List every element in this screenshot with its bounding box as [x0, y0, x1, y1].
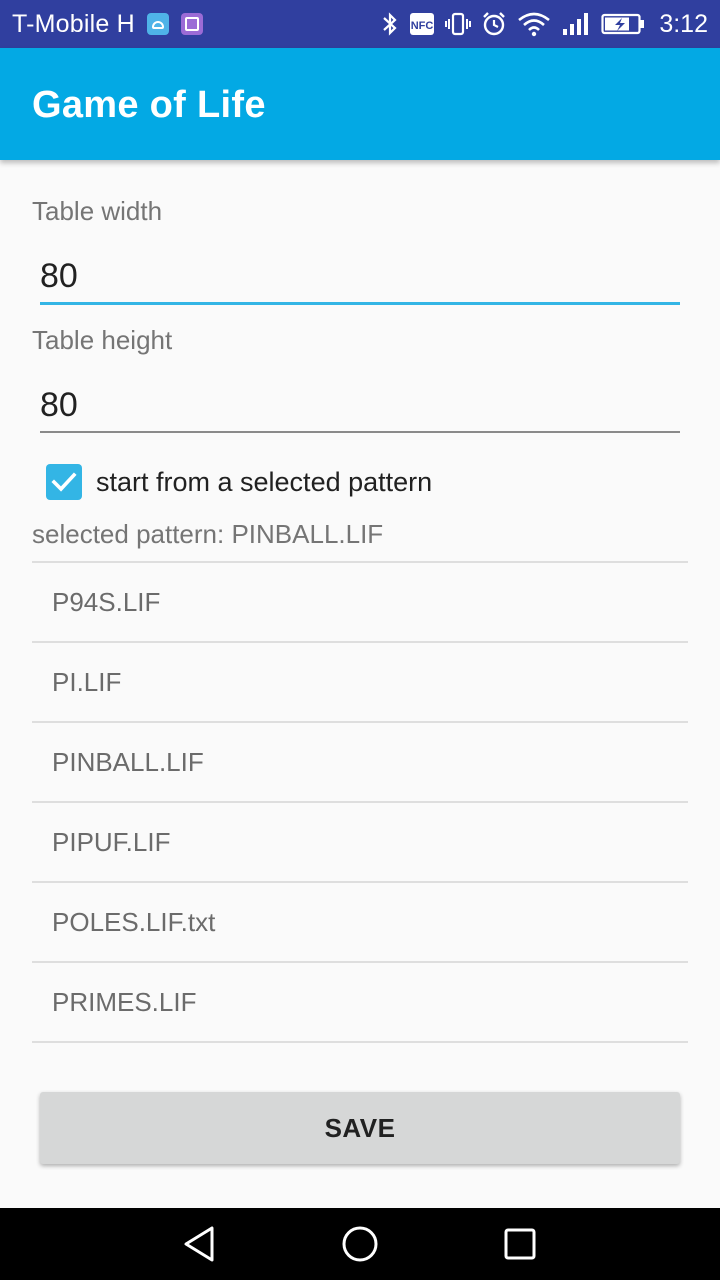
home-icon	[342, 1226, 378, 1262]
list-item[interactable]: PIPUF.LIF	[32, 803, 688, 883]
pattern-checkbox[interactable]	[46, 464, 82, 500]
selected-pattern-text: selected pattern: PINBALL.LIF	[32, 519, 384, 549]
signal-icon	[563, 13, 589, 35]
list-item[interactable]: PRIMES.LIF	[32, 963, 688, 1043]
list-item[interactable]: P94S.LIF	[32, 563, 688, 643]
back-button[interactable]	[160, 1208, 240, 1280]
table-width-input[interactable]	[40, 252, 680, 300]
nfc-icon: NFC	[410, 13, 435, 35]
list-item[interactable]: PI.LIF	[32, 643, 688, 723]
list-item[interactable]: PINBALL.LIF	[32, 723, 688, 803]
app-bar: Game of Life	[0, 48, 720, 160]
table-width-underline	[40, 302, 680, 305]
app-title: Game of Life	[32, 84, 266, 126]
pattern-list: P94S.LIF PI.LIF PINBALL.LIF PIPUF.LIF PO…	[32, 561, 688, 1043]
nfc-text: NFC	[411, 20, 434, 32]
home-button[interactable]	[320, 1208, 400, 1280]
carrier-name: T-Mobile H	[12, 9, 135, 38]
back-icon	[184, 1226, 214, 1262]
recents-button[interactable]	[480, 1208, 560, 1280]
status-right: NFC 3:12	[381, 0, 708, 48]
battery-charging-icon	[601, 13, 645, 35]
table-height-underline	[40, 431, 680, 433]
status-left: T-Mobile H	[0, 10, 203, 39]
alarm-icon	[483, 12, 506, 36]
wifi-icon	[518, 12, 551, 37]
table-height-input[interactable]	[40, 381, 680, 429]
status-bar: T-Mobile H NFC 3:12	[0, 0, 720, 48]
navigation-bar	[0, 1208, 720, 1280]
vibrate-icon	[445, 12, 472, 36]
gallery-notification-icon	[180, 13, 203, 35]
table-width-label: Table width	[32, 196, 163, 226]
android-notification-icon	[146, 13, 169, 35]
check-icon	[51, 472, 77, 492]
clock: 3:12	[659, 9, 708, 38]
table-height-label: Table height	[32, 325, 173, 355]
bluetooth-icon	[383, 12, 397, 36]
pattern-checkbox-label[interactable]: start from a selected pattern	[96, 467, 432, 498]
save-button[interactable]: SAVE	[40, 1092, 680, 1164]
list-item[interactable]: POLES.LIF.txt	[32, 883, 688, 963]
screen: T-Mobile H NFC 3:12 Game of Life Table w…	[0, 0, 720, 1280]
recents-icon	[504, 1228, 536, 1260]
